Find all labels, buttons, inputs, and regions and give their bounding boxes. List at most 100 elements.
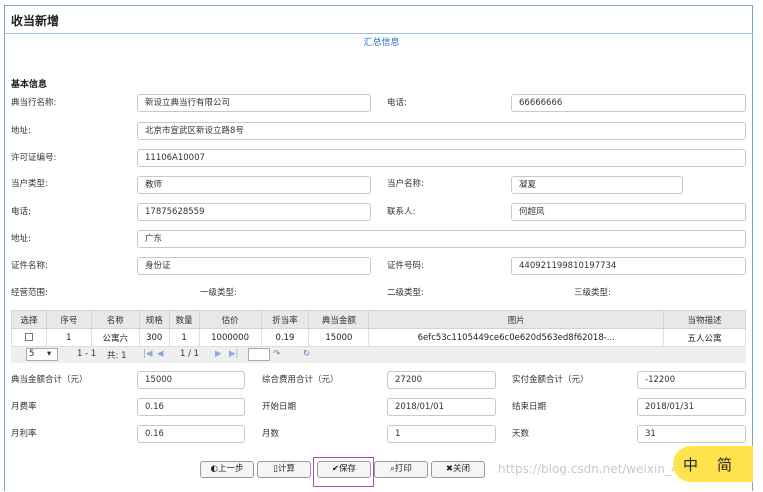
- table-header-row: 选择 序号 名称 规格 数量 估价 折当率 典当金额 图片 当物描述: [11, 310, 746, 329]
- save-label: 保存: [339, 464, 357, 474]
- col-rate[interactable]: 折当率: [260, 310, 310, 329]
- client-type-input[interactable]: 教师: [137, 176, 371, 194]
- col-amount[interactable]: 典当金额: [308, 310, 370, 329]
- calculate-button[interactable]: ▯计算: [257, 461, 311, 478]
- fee-total-input[interactable]: 27200: [387, 371, 496, 389]
- refresh-icon[interactable]: ↻: [303, 349, 310, 359]
- ime-toolbar[interactable]: 中 简: [673, 446, 753, 482]
- col-spec[interactable]: 规格: [138, 310, 170, 329]
- client-type-label: 当户类型:: [11, 179, 48, 189]
- goto-page-icon[interactable]: ↷: [273, 349, 280, 359]
- cert-no-label: 证件号码:: [387, 261, 424, 271]
- phone-input[interactable]: 66666666: [511, 94, 746, 112]
- pawn-total-input[interactable]: 15000: [137, 371, 245, 389]
- address-label: 地址:: [11, 126, 31, 136]
- page-size-select[interactable]: 5 ▾: [26, 348, 58, 361]
- license-input[interactable]: 11106A10007: [137, 149, 746, 167]
- cell-value: 1000000: [198, 328, 262, 347]
- ime-mode-simplified[interactable]: 简: [717, 454, 732, 475]
- form-panel: [4, 5, 753, 491]
- prev-step-button[interactable]: ◐上一步: [200, 461, 254, 478]
- cell-spec: 300: [138, 328, 170, 347]
- level1-type-label: 一级类型:: [200, 288, 237, 298]
- col-image[interactable]: 图片: [368, 310, 665, 329]
- months-input[interactable]: 1: [387, 425, 496, 443]
- check-icon: ✔: [331, 464, 340, 474]
- title-divider: [5, 33, 753, 34]
- save-button[interactable]: ✔保存: [317, 461, 371, 478]
- col-desc[interactable]: 当物描述: [663, 310, 746, 329]
- monthly-fee-input[interactable]: 0.16: [137, 398, 245, 416]
- next-page-icon[interactable]: ▶: [215, 349, 222, 359]
- cert-no-input[interactable]: 440921199810197734: [511, 257, 746, 275]
- prev-page-icon[interactable]: ◀: [157, 349, 164, 359]
- start-date-label: 开始日期: [262, 402, 297, 412]
- prev-step-label: 上一步: [217, 464, 244, 474]
- close-icon: ✖: [445, 464, 454, 474]
- days-label: 天数: [512, 429, 530, 439]
- print-label: 打印: [394, 464, 412, 474]
- page-size-value: 5: [29, 349, 35, 359]
- address-input[interactable]: 北京市宣武区新设立路8号: [137, 122, 746, 140]
- client-address-label: 地址:: [11, 234, 31, 244]
- pager-page: 1 / 1: [180, 349, 200, 359]
- col-qty[interactable]: 数量: [168, 310, 200, 329]
- contact-input[interactable]: 何超凤: [511, 203, 746, 221]
- actual-total-input[interactable]: -12200: [637, 371, 746, 389]
- days-input[interactable]: 31: [637, 425, 746, 443]
- first-page-icon[interactable]: |◀: [143, 349, 152, 359]
- monthly-rate-input[interactable]: 0.16: [137, 425, 245, 443]
- col-name[interactable]: 名称: [90, 310, 140, 329]
- end-date-label: 结束日期: [512, 402, 547, 412]
- monthly-fee-label: 月费率: [11, 402, 37, 412]
- client-name-input[interactable]: 凝夏: [511, 176, 683, 194]
- section-basic-info: 基本信息: [11, 80, 48, 90]
- col-select[interactable]: 选择: [11, 310, 47, 329]
- level2-type-label: 二级类型:: [387, 288, 424, 298]
- close-button[interactable]: ✖关闭: [431, 461, 485, 478]
- pawn-total-label: 典当金额合计（元）: [11, 375, 88, 385]
- cert-name-input[interactable]: 身份证: [137, 257, 371, 275]
- scope-label: 经营范围:: [11, 288, 48, 298]
- license-label: 许可证编号:: [11, 153, 57, 163]
- cell-image: 6efc53c1105449ce6c0e620d563ed8f62018-...: [368, 328, 665, 347]
- client-name-label: 当户名称:: [387, 179, 424, 189]
- start-date-input[interactable]: 2018/01/01: [387, 398, 496, 416]
- last-page-icon[interactable]: ▶|: [229, 349, 238, 359]
- pawnshop-name-input[interactable]: 新设立典当行有限公司: [137, 94, 371, 112]
- print-button[interactable]: ⌕打印: [374, 461, 428, 478]
- close-label: 关闭: [453, 464, 471, 474]
- pawn-items-table: 选择 序号 名称 规格 数量 估价 折当率 典当金额 图片 当物描述 1 公寓六…: [11, 310, 746, 347]
- monthly-rate-label: 月利率: [11, 429, 37, 439]
- summary-link[interactable]: 汇总信息: [0, 35, 763, 48]
- client-address-input[interactable]: 广东: [137, 230, 746, 248]
- end-date-input[interactable]: 2018/01/31: [637, 398, 746, 416]
- grid-pager: 5 ▾ 1 - 1 共: 1 |◀ ◀ 1 / 1 ▶ ▶| ↷ ↻: [11, 346, 746, 363]
- row-select-checkbox[interactable]: [24, 333, 33, 341]
- level3-type-label: 三级类型:: [574, 288, 611, 298]
- cell-qty: 1: [168, 328, 200, 347]
- pager-total: 共: 1: [107, 351, 127, 361]
- pawnshop-name-label: 典当行名称:: [11, 98, 57, 108]
- client-phone-label: 电话:: [11, 207, 31, 217]
- cell-amount: 15000: [308, 328, 370, 347]
- cell-seq: 1: [45, 328, 92, 347]
- calculate-label: 计算: [277, 464, 295, 474]
- pager-range: 1 - 1: [77, 349, 97, 359]
- col-value[interactable]: 估价: [198, 310, 262, 329]
- table-row[interactable]: 1 公寓六 300 1 1000000 0.19 15000 6efc53c11…: [11, 328, 746, 347]
- contact-label: 联系人:: [387, 207, 416, 217]
- col-seq[interactable]: 序号: [45, 310, 92, 329]
- goto-page-input[interactable]: [248, 348, 270, 361]
- cell-name: 公寓六: [90, 328, 140, 347]
- arrow-left-circle-icon: ◐: [210, 464, 218, 474]
- months-label: 月数: [262, 429, 280, 439]
- cert-name-label: 证件名称:: [11, 261, 48, 271]
- ime-mode-chinese[interactable]: 中: [683, 454, 698, 475]
- client-phone-input[interactable]: 17875628559: [137, 203, 371, 221]
- cell-rate: 0.19: [260, 328, 310, 347]
- cell-desc: 五人公寓: [663, 328, 746, 347]
- actual-total-label: 实付金额合计（元）: [512, 375, 589, 385]
- chevron-down-icon: ▾: [47, 349, 52, 359]
- page-title: 收当新增: [11, 14, 60, 28]
